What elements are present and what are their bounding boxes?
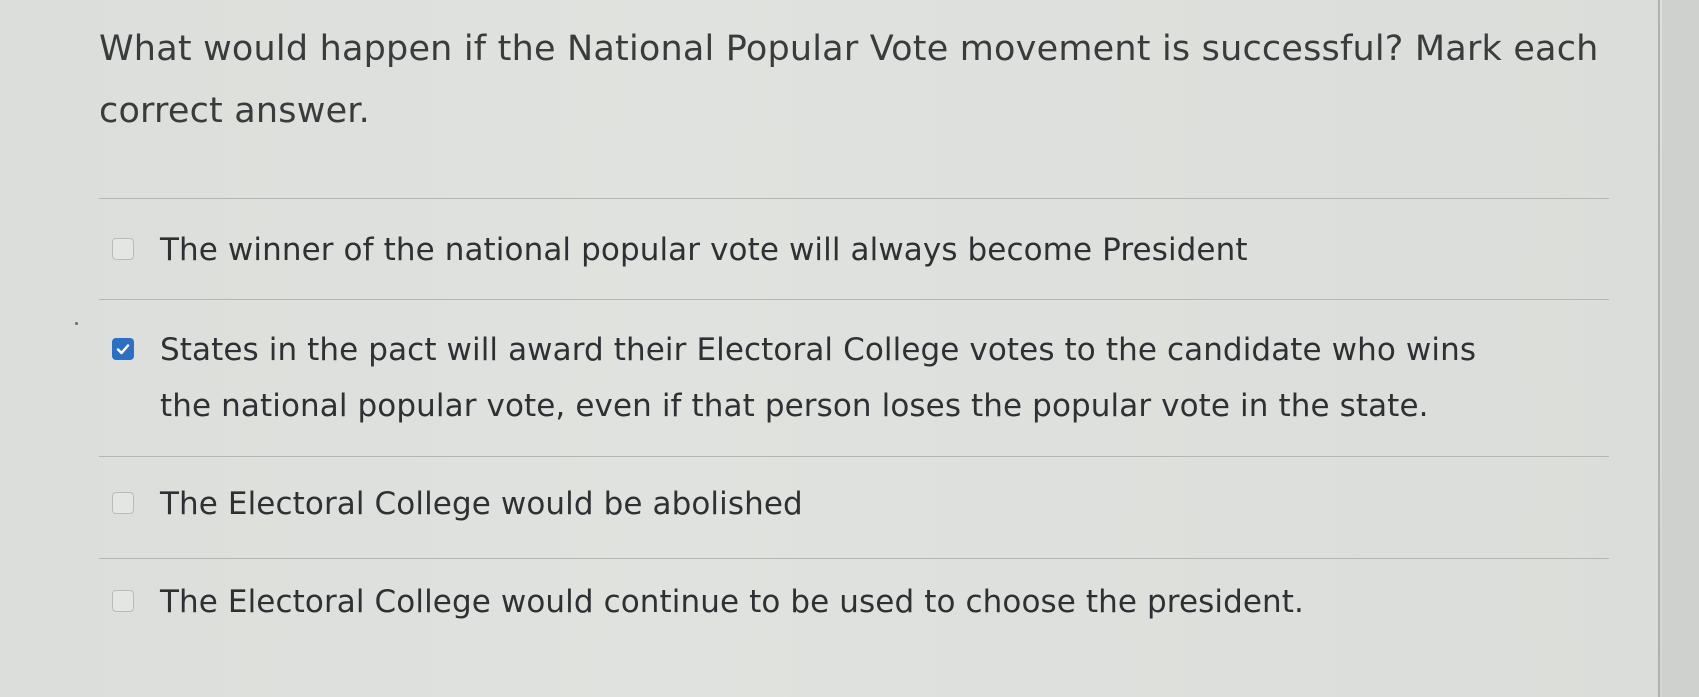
answer-option-1[interactable]: The winner of the national popular vote … bbox=[112, 222, 1602, 278]
answer-checkbox-4[interactable] bbox=[112, 590, 134, 612]
quiz-page: What would happen if the National Popula… bbox=[0, 0, 1699, 697]
answer-label-4: The Electoral College would continue to … bbox=[160, 584, 1304, 620]
answer-label-3: The Electoral College would be abolished bbox=[160, 486, 803, 522]
question-card: What would happen if the National Popula… bbox=[0, 0, 1660, 697]
answer-label-2: States in the pact will award their Elec… bbox=[160, 332, 1477, 424]
answer-divider bbox=[99, 198, 1609, 199]
answer-option-2[interactable]: States in the pact will award their Elec… bbox=[112, 322, 1602, 434]
answer-divider bbox=[99, 299, 1609, 300]
checkmark-icon bbox=[116, 344, 130, 355]
page-margin bbox=[1662, 0, 1699, 697]
answer-label-1: The winner of the national popular vote … bbox=[160, 232, 1248, 268]
answer-divider bbox=[99, 456, 1609, 457]
answer-checkbox-3[interactable] bbox=[112, 492, 134, 514]
question-text: What would happen if the National Popula… bbox=[99, 29, 1599, 131]
answer-checkbox-1[interactable] bbox=[112, 238, 134, 260]
stray-dot bbox=[75, 322, 78, 325]
answer-option-3[interactable]: The Electoral College would be abolished bbox=[112, 476, 1602, 532]
answer-option-4[interactable]: The Electoral College would continue to … bbox=[112, 574, 1602, 630]
answer-checkbox-2[interactable] bbox=[112, 338, 134, 360]
answer-divider bbox=[99, 558, 1609, 559]
